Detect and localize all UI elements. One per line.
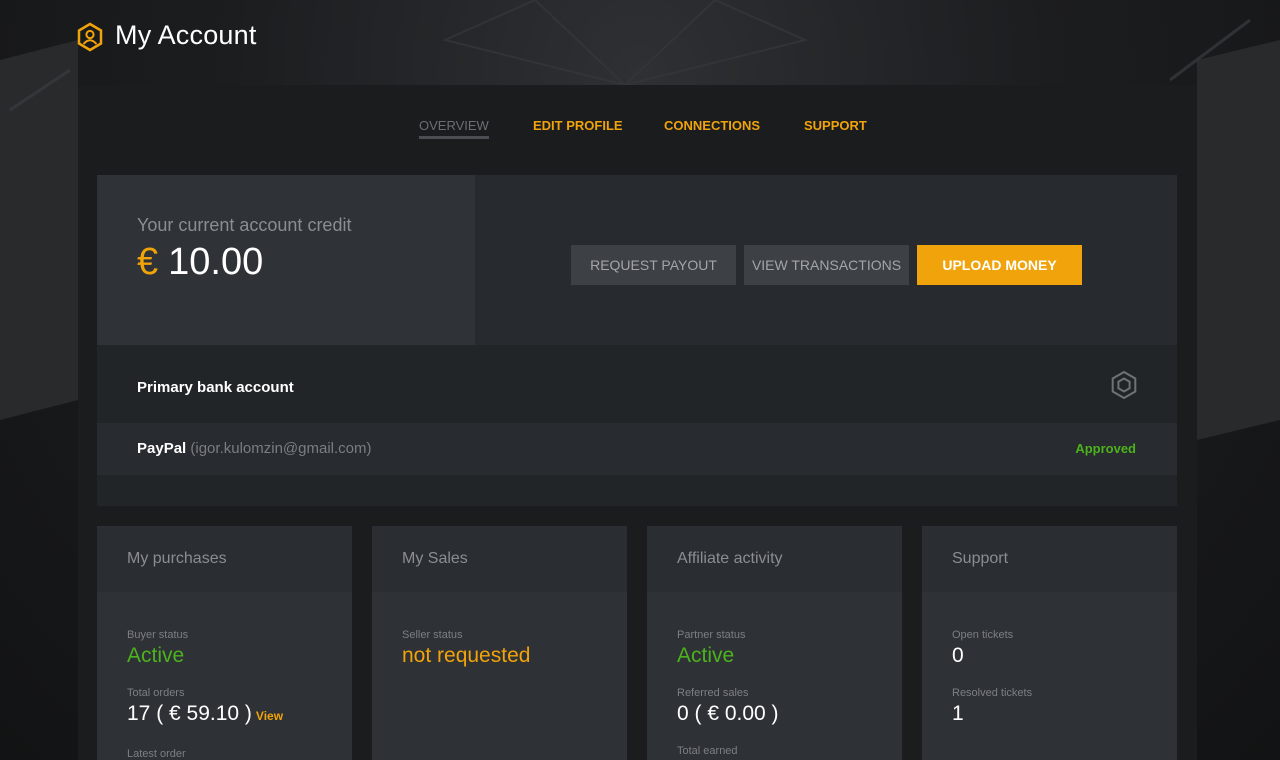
payment-method-name: PayPal: [137, 440, 187, 457]
status-badge: Approved: [1075, 441, 1136, 456]
affiliate-card: Affiliate activity Partner status Active…: [647, 526, 902, 760]
card-header: Affiliate activity: [647, 526, 902, 592]
support-card: Support Open tickets 0 Resolved tickets …: [922, 526, 1177, 760]
card-body: Partner status Active Referred sales 0 (…: [647, 592, 902, 760]
open-tickets-value: 0: [952, 644, 964, 667]
total-orders-value: 17 ( € 59.10 ) View: [127, 702, 283, 726]
resolved-tickets-value: 1: [952, 702, 964, 725]
page-title: My Account: [115, 20, 257, 50]
credit-section: Your current account credit €10.00 REQUE…: [97, 175, 1177, 345]
card-title: My Sales: [402, 550, 468, 567]
bank-account-section: Primary bank account PayPal (igor.kulomz…: [97, 345, 1177, 506]
resolved-tickets-label: Resolved tickets: [952, 687, 1033, 699]
open-tickets-label: Open tickets: [952, 629, 1014, 641]
tab-support[interactable]: SUPPORT: [804, 118, 867, 133]
seller-status-label: Seller status: [402, 629, 463, 641]
card-title: Affiliate activity: [677, 550, 783, 567]
partner-status-label: Partner status: [677, 629, 746, 641]
credit-value: 10.00: [168, 241, 264, 283]
view-transactions-button[interactable]: VIEW TRANSACTIONS: [744, 245, 909, 285]
total-orders-label: Total orders: [127, 687, 185, 699]
user-hexagon-icon: [77, 22, 103, 52]
card-header: My Sales: [372, 526, 627, 592]
top-bar: My Account: [0, 0, 1280, 85]
card-body: Open tickets 0 Resolved tickets 1: [922, 592, 1177, 760]
total-orders-text: 17 ( € 59.10 ): [127, 702, 252, 725]
credit-amount: €10.00: [137, 241, 263, 284]
bank-account-title: Primary bank account: [137, 379, 294, 396]
seller-status-value: not requested: [402, 644, 531, 667]
tab-overview[interactable]: OVERVIEW: [419, 118, 489, 139]
card-title: My purchases: [127, 550, 227, 567]
buyer-status-label: Buyer status: [127, 629, 189, 641]
account-panel: OVERVIEW EDIT PROFILE CONNECTIONS SUPPOR…: [78, 85, 1197, 760]
payment-method: PayPal (igor.kulomzin@gmail.com): [137, 440, 372, 457]
sales-card: My Sales Seller status not requested: [372, 526, 627, 760]
latest-order-label: Latest order: [127, 748, 186, 760]
credit-summary: Your current account credit €10.00: [97, 175, 475, 345]
card-body: Buyer status Active Total orders 17 ( € …: [97, 592, 352, 760]
card-body: Seller status not requested: [372, 592, 627, 760]
card-header: Support: [922, 526, 1177, 592]
credit-label: Your current account credit: [137, 215, 352, 235]
tab-edit-profile[interactable]: EDIT PROFILE: [533, 118, 623, 133]
referred-sales-value: 0 ( € 0.00 ): [677, 702, 779, 725]
request-payout-button[interactable]: REQUEST PAYOUT: [571, 245, 736, 285]
gear-icon[interactable]: [1109, 370, 1139, 400]
referred-sales-label: Referred sales: [677, 687, 749, 699]
currency-symbol: €: [137, 241, 159, 283]
total-earned-label: Total earned: [677, 745, 738, 757]
bank-account-row: PayPal (igor.kulomzin@gmail.com) Approve…: [97, 423, 1177, 475]
view-orders-link[interactable]: View: [256, 709, 283, 723]
upload-money-button[interactable]: UPLOAD MONEY: [917, 245, 1082, 285]
card-title: Support: [952, 550, 1009, 567]
buyer-status-value: Active: [127, 644, 185, 667]
tab-connections[interactable]: CONNECTIONS: [664, 118, 760, 133]
purchases-card: My purchases Buyer status Active Total o…: [97, 526, 352, 760]
payment-email: (igor.kulomzin@gmail.com): [190, 440, 372, 457]
card-header: My purchases: [97, 526, 352, 592]
partner-status-value: Active: [677, 644, 735, 667]
tab-bar: OVERVIEW EDIT PROFILE CONNECTIONS SUPPOR…: [78, 85, 1197, 175]
